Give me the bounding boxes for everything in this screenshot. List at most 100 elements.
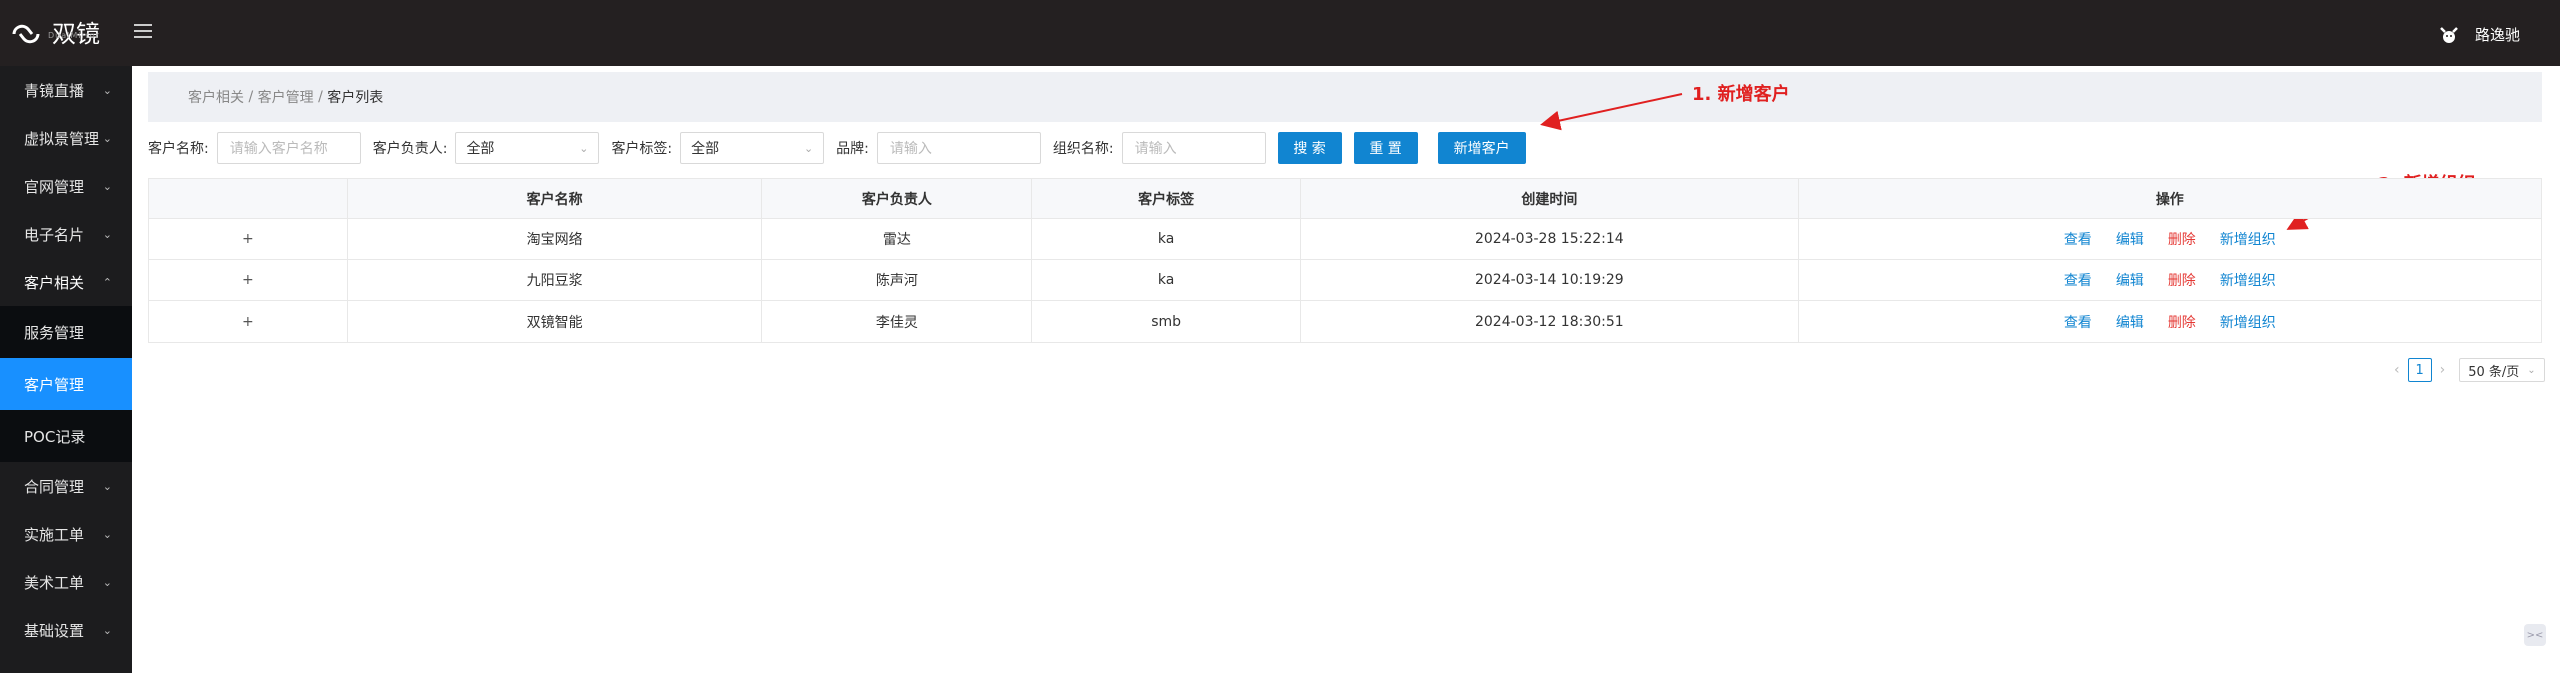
breadcrumb-current: 客户列表 — [327, 90, 384, 106]
table-row: + 九阳豆浆 陈声河 ka 2024-03-14 10:19:29 查看 编辑 … — [149, 260, 2541, 301]
chevron-down-icon: ⌄ — [102, 527, 112, 541]
cell-tag: ka — [1032, 260, 1302, 300]
column-header: 创建时间 — [1301, 179, 1799, 218]
tag-select[interactable]: 全部 ⌄ — [680, 132, 825, 164]
cell-tag: ka — [1032, 219, 1302, 259]
brand-input[interactable]: 请输入 — [876, 132, 1041, 164]
view-link[interactable]: 查看 — [2064, 270, 2092, 290]
sidebar-item-settings[interactable]: 基础设置 ⌄ — [0, 606, 132, 654]
sidebar-item-live[interactable]: 青镜直播 ⌄ — [0, 66, 132, 114]
brand-subtitle: DualMirror — [48, 31, 100, 40]
sidebar-item-art[interactable]: 美术工单 ⌄ — [0, 558, 132, 606]
chevron-up-icon: ⌃ — [102, 275, 112, 289]
chevron-down-icon: ⌄ — [102, 179, 112, 193]
logo-icon — [12, 24, 40, 44]
customer-name-label: 客户名称: — [148, 141, 209, 157]
tag-label: 客户标签: — [611, 141, 673, 157]
reset-button[interactable]: 重 置 — [1353, 132, 1418, 164]
edit-link[interactable]: 编辑 — [2116, 270, 2144, 290]
sidebar-item-label: 实施工单 — [24, 525, 85, 544]
sidebar-item-business-card[interactable]: 电子名片 ⌄ — [0, 210, 132, 258]
sidebar-item-label: 客户相关 — [24, 273, 85, 292]
sidebar-item-label: 电子名片 — [24, 225, 85, 244]
tag-select-value: 全部 — [691, 141, 720, 157]
cell-owner: 陈声河 — [762, 260, 1033, 300]
page-size-value: 50 条/页 — [2468, 364, 2520, 380]
user-menu[interactable]: 路逸驰 — [2437, 22, 2520, 46]
view-link[interactable]: 查看 — [2064, 312, 2092, 332]
cell-created: 2024-03-14 10:19:29 — [1301, 260, 1799, 300]
table-row: + 双镜智能 李佳灵 smb 2024-03-12 18:30:51 查看 编辑… — [149, 301, 2541, 342]
column-header: 客户负责人 — [762, 179, 1033, 218]
sidebar-item-label: POC记录 — [24, 427, 86, 446]
add-org-link[interactable]: 新增组织 — [2220, 229, 2276, 249]
page-size-select[interactable]: 50 条/页 ⌄ — [2459, 358, 2545, 382]
expand-row-icon[interactable]: + — [242, 314, 254, 330]
delete-link[interactable]: 删除 — [2168, 229, 2196, 249]
sidebar-item-website[interactable]: 官网管理 ⌄ — [0, 162, 132, 210]
add-org-link[interactable]: 新增组织 — [2220, 270, 2276, 290]
filter-bar: 客户名称: 请输入客户名称 客户负责人: 全部 ⌄ 客户标签: 全部 ⌄ 品牌: 请… — [148, 124, 2542, 172]
cell-actions: 查看 编辑 删除 新增组织 — [1799, 219, 2541, 259]
delete-link[interactable]: 删除 — [2168, 270, 2196, 290]
cell-owner: 李佳灵 — [762, 301, 1033, 342]
edit-link[interactable]: 编辑 — [2116, 312, 2144, 332]
sidebar-item-customer[interactable]: 客户相关 ⌃ — [0, 258, 132, 306]
add-customer-button[interactable]: 新增客户 — [1437, 132, 1526, 164]
sidebar-item-label: 美术工单 — [24, 573, 85, 592]
cell-created: 2024-03-12 18:30:51 — [1301, 301, 1799, 342]
chevron-down-icon: ⌄ — [102, 83, 112, 97]
org-input[interactable]: 请输入 — [1121, 132, 1266, 164]
cell-created: 2024-03-28 15:22:14 — [1301, 219, 1799, 259]
add-org-link[interactable]: 新增组织 — [2220, 312, 2276, 332]
chevron-down-icon: ⌄ — [803, 141, 814, 155]
customer-name-input[interactable]: 请输入客户名称 — [216, 132, 361, 164]
next-page-icon[interactable]: › — [2440, 362, 2446, 378]
chevron-down-icon: ⌄ — [2527, 364, 2536, 376]
user-avatar-icon — [2440, 27, 2458, 43]
column-header: 操作 — [2155, 191, 2184, 208]
chevron-down-icon: ⌄ — [102, 575, 112, 589]
owner-select[interactable]: 全部 ⌄ — [455, 132, 600, 164]
chevron-down-icon: ⌄ — [579, 141, 589, 155]
sidebar-item-label: 基础设置 — [24, 621, 85, 640]
cell-actions: 查看 编辑 删除 新增组织 — [1799, 260, 2541, 300]
table-header-row: 客户名称 客户负责人 客户标签 创建时间 操作 — [149, 179, 2541, 219]
chevron-down-icon: ⌄ — [102, 623, 112, 637]
sidebar-subitem-service[interactable]: 服务管理 — [0, 306, 132, 358]
page-number[interactable]: 1 — [2407, 358, 2432, 382]
sidebar-item-label: 官网管理 — [24, 177, 85, 196]
customer-table: 客户名称 客户负责人 客户标签 创建时间 操作 + 淘宝网络 雷达 ka 202… — [148, 178, 2542, 343]
cell-tag: smb — [1032, 301, 1302, 342]
expand-row-icon[interactable]: + — [242, 231, 254, 247]
breadcrumb-item[interactable]: 客户相关 — [188, 87, 244, 107]
column-header — [149, 179, 348, 218]
sidebar-item-virtual-scene[interactable]: 虚拟景管理 ⌄ — [0, 114, 132, 162]
menu-toggle-icon[interactable] — [134, 24, 152, 40]
brand-label: 品牌: — [836, 141, 869, 157]
column-header: 客户名称 — [348, 179, 763, 218]
sidebar-item-implementation[interactable]: 实施工单 ⌄ — [0, 510, 132, 558]
cell-actions: 查看 编辑 删除 新增组织 — [1799, 301, 2541, 342]
chevron-down-icon: ⌄ — [102, 131, 112, 145]
delete-link[interactable]: 删除 — [2168, 312, 2196, 332]
prev-page-icon[interactable]: ‹ — [2394, 362, 2400, 378]
cell-customer-name: 双镜智能 — [348, 301, 763, 342]
sidebar-item-label: 客户管理 — [24, 375, 85, 394]
expand-row-icon[interactable]: + — [242, 272, 254, 288]
sidebar-item-label: 虚拟景管理 — [24, 129, 100, 148]
search-button[interactable]: 搜 索 — [1277, 132, 1342, 164]
view-link[interactable]: 查看 — [2064, 229, 2092, 249]
chevron-down-icon: ⌄ — [102, 227, 112, 241]
chat-widget-icon[interactable]: >< — [2524, 624, 2546, 646]
sidebar: 青镜直播 ⌄ 虚拟景管理 ⌄ 官网管理 ⌄ 电子名片 ⌄ 客户相关 ⌃ 服务管理 客户管理… — [0, 66, 132, 673]
pagination: ‹ 1 › 50 条/页 ⌄ — [2386, 358, 2545, 382]
main-content: 客户相关 / 客户管理 / 客户列表 客户名称: 请输入客户名称 客户负责人: … — [132, 66, 2560, 673]
sidebar-item-label: 青镜直播 — [24, 81, 85, 100]
sidebar-subitem-customer-management[interactable]: 客户管理 — [0, 358, 132, 410]
sidebar-item-contract[interactable]: 合同管理 ⌄ — [0, 462, 132, 510]
breadcrumb-item[interactable]: 客户管理 — [258, 87, 314, 107]
edit-link[interactable]: 编辑 — [2116, 229, 2144, 249]
sidebar-subitem-poc[interactable]: POC记录 — [0, 410, 132, 462]
breadcrumb: 客户相关 / 客户管理 / 客户列表 — [148, 72, 2542, 122]
